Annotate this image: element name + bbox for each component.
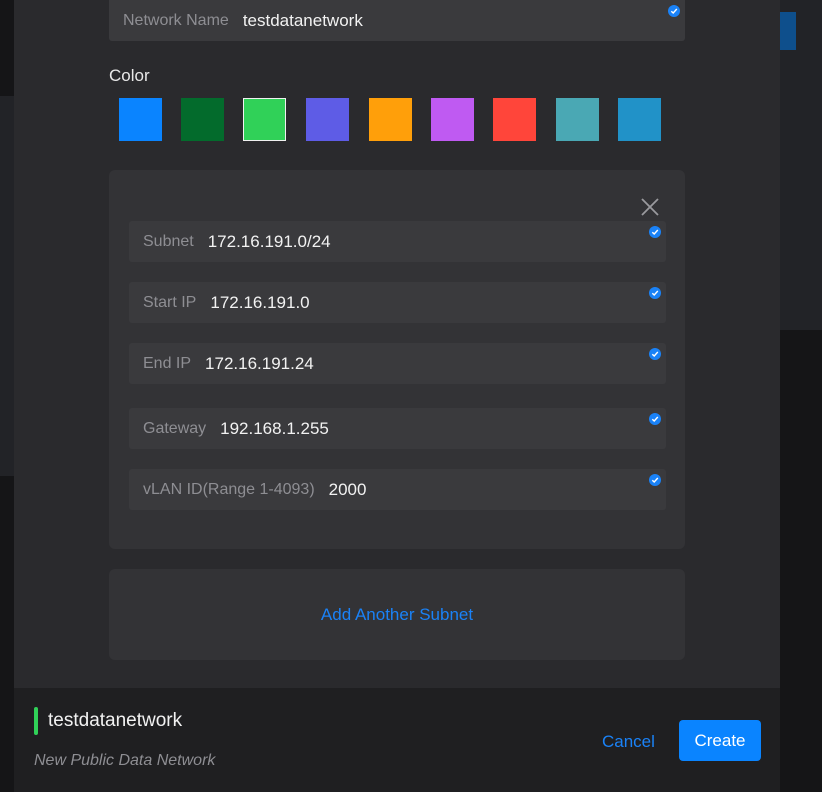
color-swatch-red[interactable] — [493, 98, 536, 141]
background-panel-left — [0, 96, 14, 476]
network-name-value: testdatanetwork — [242, 10, 363, 30]
start-ip-label: Start IP — [143, 293, 197, 311]
color-indicator-bar — [34, 707, 38, 735]
subnet-field[interactable]: Subnet 172.16.191.0/24 — [129, 221, 666, 262]
color-swatch-purple[interactable] — [431, 98, 474, 141]
valid-check-icon — [649, 413, 661, 425]
valid-check-icon — [649, 348, 661, 360]
valid-check-icon — [668, 5, 680, 17]
start-ip-value: 172.16.191.0 — [210, 292, 310, 312]
create-button[interactable]: Create — [679, 720, 761, 761]
end-ip-field[interactable]: End IP 172.16.191.24 — [129, 343, 666, 384]
footer-subtitle: New Public Data Network — [34, 752, 216, 769]
start-ip-field[interactable]: Start IP 172.16.191.0 — [129, 282, 666, 323]
add-another-subnet-link[interactable]: Add Another Subnet — [321, 605, 473, 625]
color-swatch-cyan[interactable] — [618, 98, 661, 141]
background-button-right — [780, 12, 796, 50]
gateway-label: Gateway — [143, 419, 207, 437]
gateway-value: 192.168.1.255 — [220, 418, 329, 438]
network-name-field[interactable]: Network Name testdatanetwork — [109, 0, 685, 41]
subnet-value: 172.16.191.0/24 — [207, 231, 331, 251]
vlan-id-label: vLAN ID(Range 1-4093) — [143, 480, 315, 498]
vlan-id-value: 2000 — [328, 479, 367, 499]
color-swatch-indigo[interactable] — [306, 98, 349, 141]
color-swatch-dark-green[interactable] — [181, 98, 224, 141]
color-label: Color — [109, 66, 150, 85]
cancel-button[interactable]: Cancel — [602, 732, 655, 752]
network-name-label: Network Name — [123, 11, 229, 29]
valid-check-icon — [649, 474, 661, 486]
create-network-modal: Network Name testdatanetwork Color Subne… — [14, 0, 780, 792]
valid-check-icon — [649, 226, 661, 238]
color-swatch-teal[interactable] — [556, 98, 599, 141]
remove-subnet-button[interactable] — [640, 197, 660, 217]
valid-check-icon — [649, 287, 661, 299]
color-swatch-green[interactable] — [243, 98, 286, 141]
gateway-field[interactable]: Gateway 192.168.1.255 — [129, 408, 666, 449]
footer-network-name: testdatanetwork — [48, 710, 183, 731]
end-ip-value: 172.16.191.24 — [205, 353, 314, 373]
add-subnet-panel[interactable]: Add Another Subnet — [109, 569, 685, 660]
vlan-id-field[interactable]: vLAN ID(Range 1-4093) 2000 — [129, 469, 666, 510]
color-swatch-blue[interactable] — [119, 98, 162, 141]
close-icon — [641, 198, 659, 216]
color-swatch-orange[interactable] — [369, 98, 412, 141]
modal-footer: testdatanetwork New Public Data Network … — [14, 688, 780, 792]
subnet-label: Subnet — [143, 232, 194, 250]
end-ip-label: End IP — [143, 354, 192, 372]
